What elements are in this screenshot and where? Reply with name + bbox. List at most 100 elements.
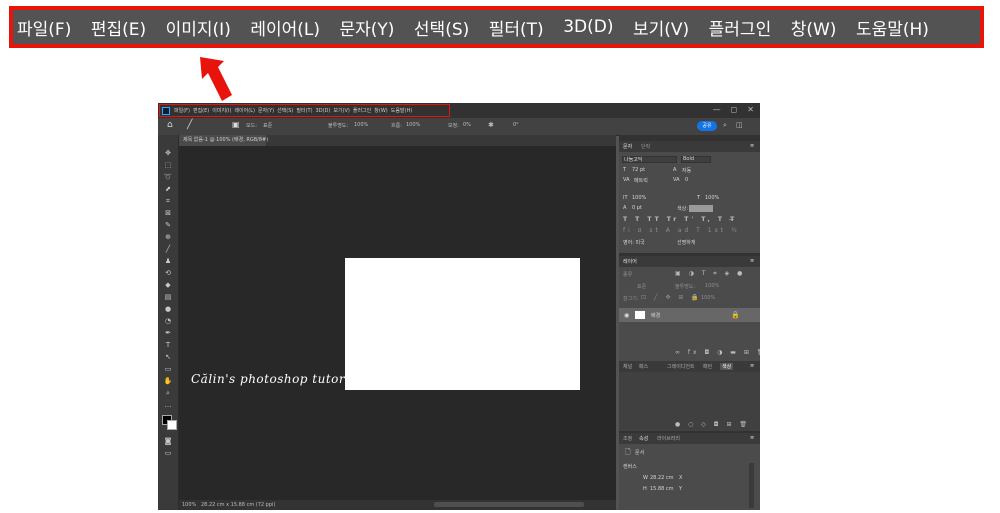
hand-tool-icon[interactable]: ✋ xyxy=(163,377,173,385)
move-tool-icon[interactable]: ✥ xyxy=(163,149,173,157)
home-icon[interactable]: ⌂ xyxy=(167,120,173,130)
smoothing-input[interactable]: 0% xyxy=(463,122,471,128)
menu-image[interactable]: 이미지(I) xyxy=(166,15,231,40)
fill-input[interactable]: 100% xyxy=(701,295,715,301)
baseline-input[interactable]: 0 pt xyxy=(632,205,642,211)
background-color-icon[interactable] xyxy=(167,420,177,430)
more-tools-icon[interactable]: … xyxy=(163,401,173,409)
width-input[interactable]: 28.22 cm xyxy=(650,475,674,481)
properties-menu-icon[interactable]: ≡ xyxy=(750,435,754,441)
eyedropper-tool-icon[interactable]: ✎ xyxy=(163,221,173,229)
menu-image-small[interactable]: 이미지(I) xyxy=(212,107,231,114)
menu-edit-small[interactable]: 편집(E) xyxy=(193,107,209,114)
dodge-tool-icon[interactable]: ◔ xyxy=(163,317,173,325)
quick-mask-icon[interactable]: ◙ xyxy=(163,437,173,445)
vscale-input[interactable]: 100% xyxy=(632,195,646,201)
path-action-buttons[interactable]: ● ○ ◇ ◘ ⊞ 🗑 xyxy=(675,421,750,428)
pen-tool-icon[interactable]: ✒ xyxy=(163,329,173,337)
canvas[interactable] xyxy=(345,258,580,390)
brush-settings-icon[interactable]: ▣ xyxy=(232,120,240,129)
height-input[interactable]: 15.88 cm xyxy=(650,486,674,492)
angle-input[interactable]: 0° xyxy=(513,122,519,128)
menu-filter-small[interactable]: 필터(T) xyxy=(296,107,312,114)
hscale-input[interactable]: 100% xyxy=(705,195,719,201)
minimize-button[interactable]: — xyxy=(713,105,721,114)
maximize-button[interactable]: ◻ xyxy=(731,105,738,114)
lasso-tool-icon[interactable]: ➰ xyxy=(163,173,173,181)
opentype-buttons[interactable]: fi σ st A ad T 1st ½ xyxy=(623,227,740,234)
menu-edit[interactable]: 편집(E) xyxy=(91,15,146,40)
screen-mode-icon[interactable]: ▭ xyxy=(163,449,173,457)
type-tool-icon[interactable]: T xyxy=(163,341,173,349)
channels-menu-icon[interactable]: ≡ xyxy=(750,363,754,369)
menu-select[interactable]: 선택(S) xyxy=(414,15,469,40)
blend-mode-select[interactable]: 표준 xyxy=(637,283,646,290)
menu-layer[interactable]: 레이어(L) xyxy=(250,15,320,40)
kerning-input[interactable]: 메트릭 xyxy=(634,177,648,184)
menu-window[interactable]: 창(W) xyxy=(791,15,837,40)
layer-row-background[interactable]: ◉ 배경 🔒 xyxy=(619,308,760,322)
eraser-tool-icon[interactable]: ◆ xyxy=(163,281,173,289)
tab-character[interactable]: 문자 xyxy=(623,143,632,150)
menu-3d[interactable]: 3D(D) xyxy=(563,17,613,37)
antialias-select[interactable]: 선명하게 xyxy=(677,239,695,246)
tab-paragraph[interactable]: 단락 xyxy=(641,143,650,150)
tab-color[interactable]: 색상 xyxy=(720,363,734,370)
tab-libraries[interactable]: 라이브러리 xyxy=(657,435,680,442)
menu-plugins-small[interactable]: 플러그인 xyxy=(353,107,371,114)
brush-tool-icon[interactable]: ╱ xyxy=(187,120,192,130)
healing-tool-icon[interactable]: ⊕ xyxy=(163,233,173,241)
menu-layer-small[interactable]: 레이어(L) xyxy=(234,107,255,114)
tab-properties[interactable]: 속성 xyxy=(639,435,648,442)
tab-gradients[interactable]: 그레이디언트 xyxy=(667,363,695,370)
menu-view-small[interactable]: 보기(V) xyxy=(333,107,350,114)
tab-adjustments[interactable]: 조정 xyxy=(623,435,632,442)
menu-view[interactable]: 보기(V) xyxy=(633,15,689,40)
menu-type[interactable]: 문자(Y) xyxy=(339,15,394,40)
layer-opacity-input[interactable]: 100% xyxy=(705,283,719,289)
tab-paths[interactable]: 패스 xyxy=(639,363,648,370)
menu-select-small[interactable]: 선택(S) xyxy=(277,107,293,114)
share-button[interactable]: 공유 xyxy=(697,121,717,131)
horizontal-scrollbar[interactable] xyxy=(434,502,584,507)
blur-tool-icon[interactable]: ● xyxy=(163,305,173,313)
marquee-tool-icon[interactable]: ⬚ xyxy=(163,161,173,169)
document-tab[interactable]: 제목 없음-1 @ 100% (배경, RGB/8#) xyxy=(179,135,268,146)
history-brush-icon[interactable]: ⟲ xyxy=(163,269,173,277)
flow-input[interactable]: 100% xyxy=(406,122,420,128)
opacity-input[interactable]: 100% xyxy=(354,122,368,128)
close-button[interactable]: ✕ xyxy=(747,105,754,114)
menu-window-small[interactable]: 창(W) xyxy=(374,107,387,114)
search-icon[interactable]: ⌕ xyxy=(723,121,727,130)
zoom-tool-icon[interactable]: ⌕ xyxy=(163,389,173,397)
visibility-eye-icon[interactable]: ◉ xyxy=(624,312,629,319)
leading-input[interactable]: 자동 xyxy=(682,167,691,174)
status-zoom[interactable]: 100% xyxy=(182,502,196,508)
brush-tool-icon[interactable]: ╱ xyxy=(163,245,173,253)
panel-menu-icon[interactable]: ≡ xyxy=(750,143,754,149)
tracking-input[interactable]: 0 xyxy=(685,177,688,183)
gradient-tool-icon[interactable]: ▤ xyxy=(163,293,173,301)
crop-tool-icon[interactable]: ⌗ xyxy=(163,197,173,205)
frame-tool-icon[interactable]: ⊠ xyxy=(163,209,173,217)
stamp-tool-icon[interactable]: ♟ xyxy=(163,257,173,265)
menu-help-small[interactable]: 도움말(H) xyxy=(391,107,412,114)
menu-type-small[interactable]: 문자(Y) xyxy=(258,107,274,114)
shape-tool-icon[interactable]: ▭ xyxy=(163,365,173,373)
object-select-tool-icon[interactable]: ⬈ xyxy=(163,185,173,193)
layer-filter-icons[interactable]: ▣ ◑ T ⌗ ◈ ● xyxy=(675,270,745,278)
properties-scrollbar[interactable] xyxy=(749,463,754,508)
menu-filter[interactable]: 필터(T) xyxy=(489,15,544,40)
language-select[interactable]: 영어: 미국 xyxy=(623,239,645,246)
mode-select[interactable]: 표준 xyxy=(263,122,272,129)
layer-action-buttons[interactable]: ∞ fx ◘ ◑ ▬ ⊞ 🗑 xyxy=(675,349,760,356)
menu-3d-small[interactable]: 3D(D) xyxy=(316,108,331,114)
tab-patterns[interactable]: 패턴 xyxy=(703,363,712,370)
text-color-swatch[interactable] xyxy=(689,205,713,212)
workspace-icon[interactable]: ◫ xyxy=(736,121,743,129)
text-style-buttons[interactable]: T T TT Tr T' T, T T̶ xyxy=(623,216,737,223)
layers-menu-icon[interactable]: ≡ xyxy=(750,258,754,264)
gear-icon[interactable]: ✱ xyxy=(488,121,494,129)
menu-file-small[interactable]: 파일(F) xyxy=(174,107,190,114)
menu-plugins[interactable]: 플러그인 xyxy=(709,15,772,40)
